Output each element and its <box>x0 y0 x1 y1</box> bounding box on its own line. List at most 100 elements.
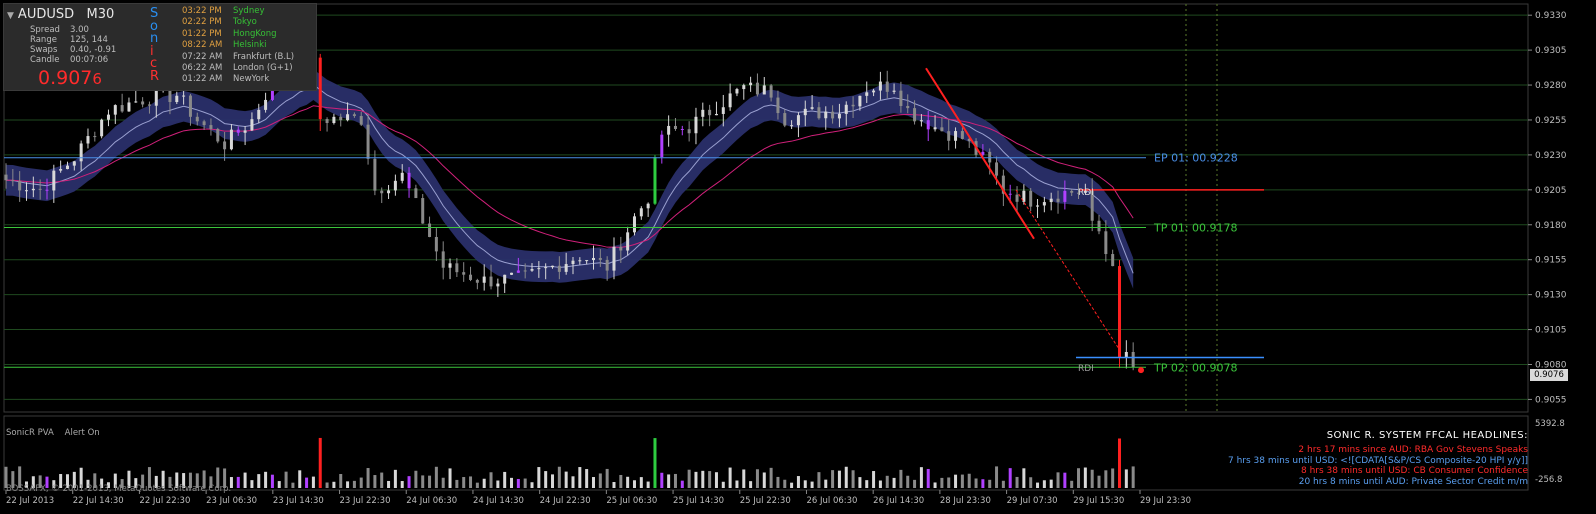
volume-bar <box>1118 438 1122 488</box>
volume-bar <box>352 480 356 488</box>
candle-body <box>216 128 220 142</box>
candle-body <box>810 107 814 109</box>
symbol-title[interactable]: ▼ AUDUSD M30 <box>7 7 114 22</box>
volume-bar <box>1008 468 1012 488</box>
volume-bar <box>544 471 548 488</box>
candle-body <box>988 151 992 163</box>
session-row: 01:22 AM NewYork <box>182 74 269 84</box>
swaps-row: Swaps 0.40, -0.91 <box>30 45 117 55</box>
candle-body <box>52 170 56 191</box>
volume-bar <box>680 480 684 488</box>
candle-body <box>714 113 718 116</box>
candle-body <box>585 260 589 262</box>
candle-body <box>346 114 350 121</box>
volume-bar <box>735 480 739 488</box>
volume-bar <box>270 474 274 488</box>
volume-bar <box>510 477 514 488</box>
volume-bar <box>591 477 595 488</box>
price-tick-label: 0.9155 <box>1535 256 1567 266</box>
candle-body <box>626 232 630 251</box>
price-tick-label: 0.9330 <box>1535 11 1567 21</box>
candle-body <box>878 81 882 91</box>
candle-body <box>182 95 186 97</box>
sub-axis-max: 5392.8 <box>1535 419 1565 429</box>
candle-body <box>1008 193 1012 195</box>
candle-body <box>93 136 97 138</box>
time-tick-label: 24 Jul 22:30 <box>540 496 591 506</box>
volume-bar <box>1070 480 1074 488</box>
volume-bar <box>434 466 438 488</box>
volume-bar <box>373 475 377 488</box>
volume-bar <box>585 469 589 488</box>
candle-body <box>1063 190 1067 202</box>
candle-body <box>605 259 609 271</box>
volume-bar <box>646 481 650 488</box>
candle-body <box>38 188 42 190</box>
volume-bar <box>913 479 917 488</box>
session-row: 01:22 PM HongKong <box>182 29 277 39</box>
candle-body <box>728 93 732 108</box>
volume-bar <box>783 479 787 488</box>
volume-bar <box>967 473 971 488</box>
candle-body <box>844 104 848 114</box>
volume-bar <box>687 469 691 488</box>
candle-body <box>141 101 145 105</box>
volume-bar <box>1036 482 1040 488</box>
time-tick-label: 23 Jul 14:30 <box>273 496 324 506</box>
candle-body <box>100 119 104 137</box>
time-tick-label: 22 Jul 22:30 <box>139 496 190 506</box>
candle-body <box>899 90 903 106</box>
volume-bar <box>318 437 322 488</box>
candle-body <box>721 107 725 114</box>
candle-body <box>79 143 83 162</box>
candle-body <box>885 81 889 92</box>
candle-body <box>523 270 527 272</box>
candle-body <box>680 128 684 130</box>
candle-body <box>127 102 131 112</box>
session-name: London (G+1) <box>233 63 293 73</box>
volume-bar <box>421 475 425 488</box>
volume-bar <box>865 480 869 488</box>
candle-body <box>175 95 179 103</box>
volume-bar <box>1001 480 1005 488</box>
candle-body <box>380 190 384 194</box>
candle-body <box>687 129 691 134</box>
candle-body <box>995 162 999 176</box>
candle-body <box>578 260 582 262</box>
volume-bar <box>1090 469 1094 488</box>
candle-body <box>147 104 151 106</box>
candle-body <box>469 274 473 280</box>
rdi-label: RDI <box>1078 188 1094 198</box>
candle-body <box>257 109 261 120</box>
candle-body <box>434 236 438 252</box>
volume-bar <box>277 481 281 488</box>
volume-bar <box>851 470 855 488</box>
volume-bar <box>236 476 240 488</box>
candle-body <box>428 223 432 237</box>
candle-body <box>373 158 377 191</box>
candle-body <box>72 161 76 166</box>
price-tick-label: 0.9230 <box>1535 151 1567 161</box>
time-tick-label: 28 Jul 23:30 <box>940 496 991 506</box>
candle-body <box>762 85 766 95</box>
volume-bar <box>503 471 507 488</box>
collapse-icon[interactable]: ▼ <box>7 11 14 21</box>
candle-body <box>632 216 636 233</box>
volume-bar <box>298 470 302 488</box>
volume-bar <box>339 474 343 488</box>
candle-body <box>134 101 138 103</box>
sonic-letter: R <box>150 69 160 84</box>
price-tick-label: 0.9105 <box>1535 326 1567 336</box>
volume-bar <box>1111 468 1115 488</box>
candle-body <box>612 246 616 271</box>
chart-window[interactable]: EP 01: 00.9228 TP 01: 00.9178 TP 02: 00.90… <box>0 0 1596 510</box>
candle-body <box>981 151 985 155</box>
candle-body <box>59 169 63 171</box>
candle-body <box>462 272 466 275</box>
volume-bar <box>673 473 677 488</box>
volume-bar <box>796 476 800 488</box>
volume-bar <box>482 478 486 488</box>
volume-bar <box>1131 466 1135 488</box>
volume-bar <box>926 468 930 488</box>
candle-body <box>530 269 534 271</box>
